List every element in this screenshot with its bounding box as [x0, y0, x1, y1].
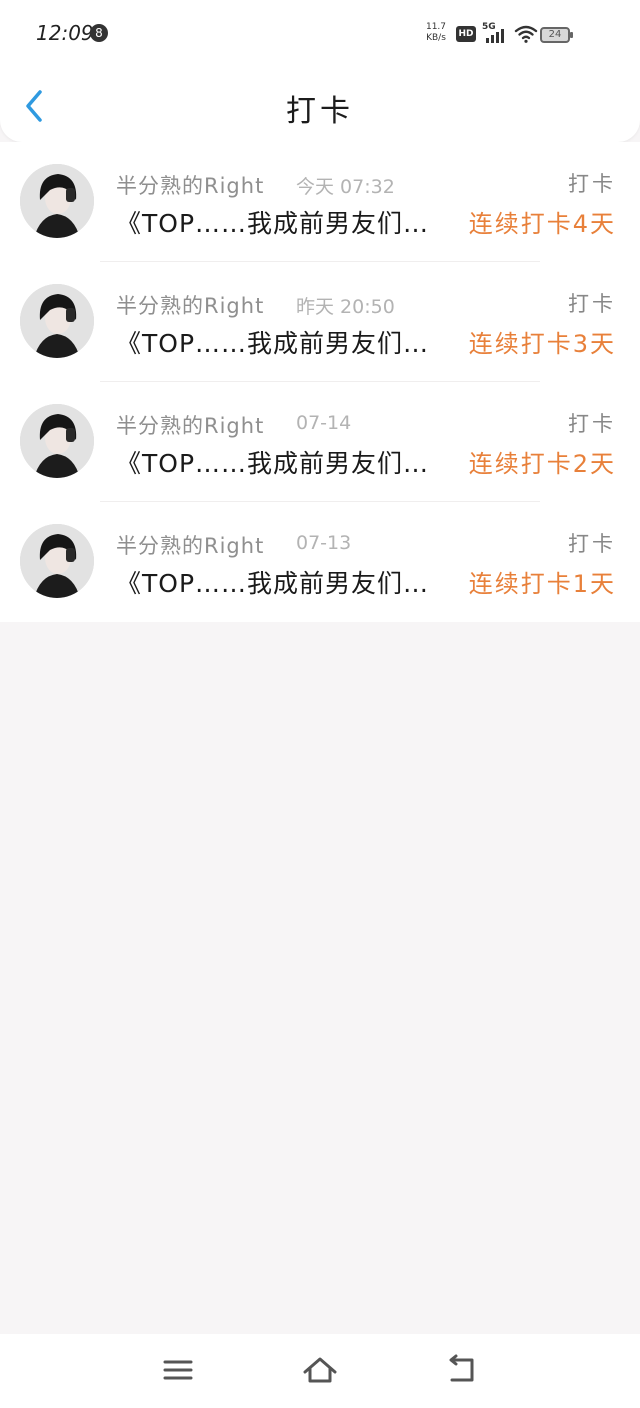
- home-button[interactable]: [302, 1354, 338, 1386]
- status-bar: 12:09 8 11.7 KB/s HD 5G 24: [0, 0, 640, 70]
- user-name[interactable]: 半分熟的Right: [116, 290, 264, 320]
- checkin-time: 07-13: [296, 532, 352, 554]
- return-icon: [449, 1354, 474, 1382]
- user-name[interactable]: 半分熟的Right: [116, 410, 264, 440]
- avatar[interactable]: [20, 284, 94, 358]
- checkin-content: 《TOP……我成前男友们…: [116, 569, 430, 598]
- user-name[interactable]: 半分熟的Right: [116, 530, 264, 560]
- checkin-content: 《TOP……我成前男友们…: [116, 329, 430, 358]
- streak-label: 连续打卡2天: [468, 450, 616, 478]
- app-header: 12:09 8 11.7 KB/s HD 5G 24 打卡: [0, 0, 640, 142]
- system-nav-bar: [0, 1334, 640, 1408]
- user-name[interactable]: 半分熟的Right: [116, 170, 264, 200]
- menu-button[interactable]: [160, 1354, 196, 1386]
- avatar[interactable]: [20, 164, 94, 238]
- back-nav-button[interactable]: [444, 1354, 480, 1386]
- checkin-list: 半分熟的Right 今天 07:32 打卡 《TOP……我成前男友们… 连续打卡…: [0, 142, 640, 622]
- net-speed: 11.7 KB/s: [421, 22, 451, 44]
- wifi-icon: [514, 24, 538, 44]
- avatar[interactable]: [20, 404, 94, 478]
- checkin-item[interactable]: 半分熟的Right 07-14 打卡 《TOP……我成前男友们… 连续打卡2天: [0, 382, 640, 502]
- battery-tip: [570, 32, 573, 38]
- checkin-type: 打卡: [568, 532, 616, 556]
- avatar[interactable]: [20, 524, 94, 598]
- checkin-content: 《TOP……我成前男友们…: [116, 209, 430, 238]
- streak-label: 连续打卡3天: [468, 330, 616, 358]
- net-speed-unit: KB/s: [426, 33, 446, 43]
- checkin-time: 昨天 20:50: [296, 296, 395, 318]
- checkin-item[interactable]: 半分熟的Right 07-13 打卡 《TOP……我成前男友们… 连续打卡1天: [0, 502, 640, 622]
- menu-icon: [163, 1360, 193, 1380]
- net-speed-value: 11.7: [425, 22, 447, 32]
- checkin-type: 打卡: [568, 292, 616, 316]
- checkin-item[interactable]: 半分熟的Right 今天 07:32 打卡 《TOP……我成前男友们… 连续打卡…: [0, 142, 640, 262]
- battery-level: 24: [548, 29, 562, 40]
- checkin-type: 打卡: [568, 172, 616, 196]
- status-time: 12:09: [36, 21, 94, 45]
- hd-icon: HD: [456, 26, 476, 42]
- checkin-time: 今天 07:32: [296, 176, 395, 198]
- checkin-type: 打卡: [568, 412, 616, 436]
- network-type: 5G: [482, 22, 496, 32]
- home-icon: [303, 1357, 337, 1383]
- streak-label: 连续打卡4天: [468, 210, 616, 238]
- streak-label: 连续打卡1天: [468, 570, 616, 598]
- signal-icon: 5G: [482, 22, 510, 44]
- notification-badge: 8: [90, 24, 108, 42]
- checkin-time: 07-14: [296, 412, 352, 434]
- checkin-content: 《TOP……我成前男友们…: [116, 449, 430, 478]
- checkin-item[interactable]: 半分熟的Right 昨天 20:50 打卡 《TOP……我成前男友们… 连续打卡…: [0, 262, 640, 382]
- battery-icon: 24: [540, 27, 570, 43]
- page-title: 打卡: [286, 94, 354, 129]
